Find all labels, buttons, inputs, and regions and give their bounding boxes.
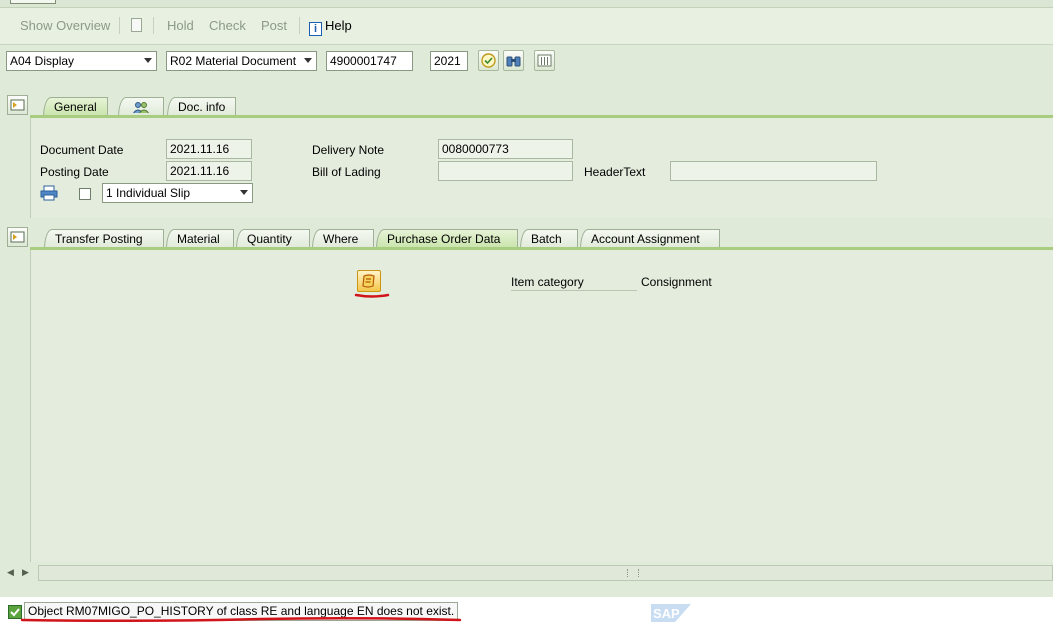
annotation-underline <box>354 293 390 298</box>
annotation-underline <box>20 616 462 623</box>
annotation-overlay <box>20 293 462 623</box>
